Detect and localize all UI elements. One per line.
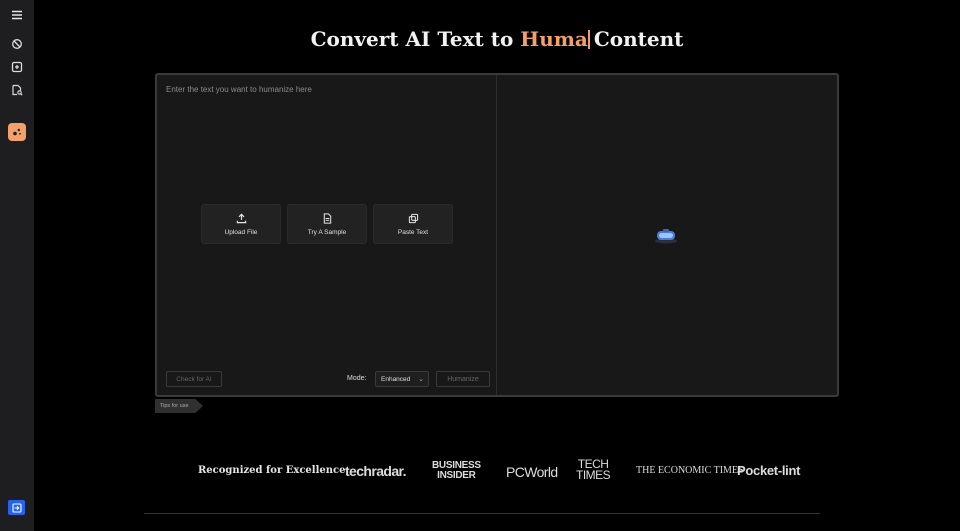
typing-caret <box>587 30 590 49</box>
paste-text-button[interactable]: Paste Text <box>373 204 453 244</box>
chevron-down-icon: ⌄ <box>418 376 424 383</box>
sidebar-item-file-search[interactable] <box>8 81 26 99</box>
recognized-label: Recognized for Excellence: <box>198 465 350 476</box>
business-insider-line2: INSIDER <box>437 470 476 481</box>
login-button[interactable] <box>8 500 25 515</box>
sidebar-item-humanizer[interactable] <box>8 123 26 141</box>
mode-select[interactable]: Enhanced ⌄ <box>375 371 429 387</box>
input-pane[interactable]: Enter the text you want to humanize here… <box>157 75 497 395</box>
output-pane <box>498 75 837 395</box>
page-title: Convert AI Text to Huma Content <box>34 27 960 51</box>
menu-button[interactable] <box>8 6 26 24</box>
input-placeholder[interactable]: Enter the text you want to humanize here <box>166 85 312 94</box>
paste-text-label: Paste Text <box>397 228 429 236</box>
robot-icon <box>655 229 677 244</box>
ai-detector-icon <box>12 39 22 49</box>
tech-times-line2: TIMES <box>576 468 611 482</box>
recognized-section: Recognized for Excellence: techradar. BU… <box>198 457 801 487</box>
try-sample-button[interactable]: Try A Sample <box>287 204 367 244</box>
humanizer-editor: Enter the text you want to humanize here… <box>155 73 839 397</box>
sidebar <box>0 0 34 531</box>
upload-file-button[interactable]: Upload File <box>201 204 281 244</box>
login-icon <box>11 502 22 513</box>
upload-file-label: Upload File <box>224 228 258 236</box>
sidebar-item-add[interactable] <box>8 58 26 76</box>
pcworld-logo: PCWorld <box>506 464 558 480</box>
sidebar-item-ai-detector[interactable] <box>8 35 26 53</box>
menu-icon <box>12 10 22 20</box>
humanizer-icon <box>13 128 21 136</box>
check-for-ai-button[interactable]: Check for AI <box>166 371 222 387</box>
business-insider-logo: BUSINESS INSIDER <box>432 461 481 481</box>
title-suffix: Content <box>593 27 684 51</box>
humanize-button[interactable]: Humanize <box>436 371 490 387</box>
try-sample-label: Try A Sample <box>307 228 347 236</box>
techradar-logo: techradar. <box>345 463 407 479</box>
mode-label: Mode: <box>347 375 367 382</box>
pocket-lint-logo: Pocket-lint <box>737 463 801 478</box>
add-icon <box>11 61 23 73</box>
title-prefix: Convert AI Text to <box>310 27 514 51</box>
copy-icon <box>408 213 418 223</box>
footer-divider <box>144 513 820 514</box>
document-icon <box>323 212 331 224</box>
tips-for-use-tab[interactable]: Tips for use <box>155 399 203 413</box>
title-highlight: Huma <box>520 27 588 51</box>
editor-toolbar: Check for AI Mode: Enhanced ⌄ Humanize <box>166 371 490 387</box>
input-actions: Upload File Try A Sample Paste Text <box>201 204 453 244</box>
upload-icon <box>236 213 246 223</box>
tech-times-logo: TECH TIMES <box>576 458 611 482</box>
economic-times-logo: THE ECONOMIC TIMES <box>636 465 744 476</box>
mode-value: Enhanced <box>381 375 411 383</box>
file-search-icon <box>12 84 23 96</box>
